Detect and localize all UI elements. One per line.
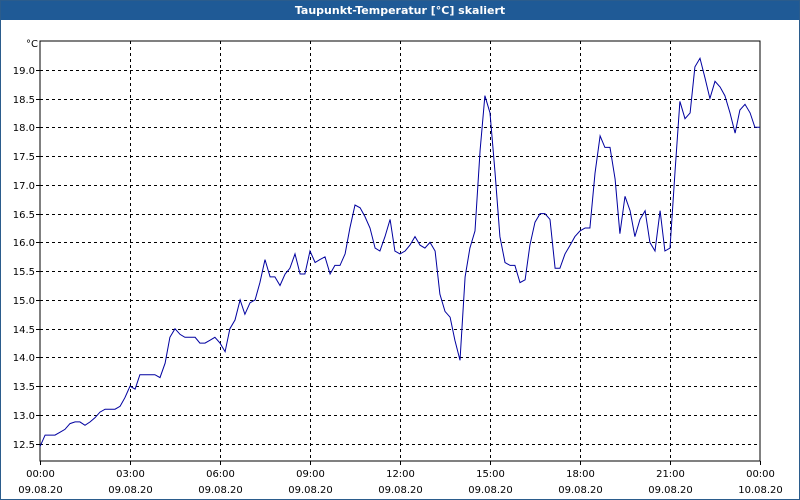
line-chart: °C 12.513.013.514.014.515.015.516.016.51… [13,39,783,496]
x-tick-date-label: 09.08.20 [378,485,423,496]
grid-lines [40,41,760,461]
y-tick-label: 18.0 [13,123,35,134]
x-tick-time-label: 09:00 [296,469,325,480]
y-tick-label: 13.0 [13,411,35,422]
x-tick-date-label: 09.08.20 [648,485,693,496]
y-tick-label: 14.5 [13,325,35,336]
x-tick-time-label: 00:00 [26,469,55,480]
y-axis-ticks: 12.5 13.0 13.5 14.0 14.5 15.0 15.5 16.0 16.5 17.0… [13,66,40,451]
y-tick-label: 16.0 [13,238,35,249]
y-tick-label: 14.0 [13,353,35,364]
x-tick-time-label: 15:00 [476,469,505,480]
x-tick-date-label: 09.08.20 [18,485,63,496]
x-tick-date-label: 09.08.20 [288,485,333,496]
y-tick-label: 13.5 [13,382,35,393]
x-tick-time-label: 00:00 [746,469,775,480]
x-tick-time-label: 03:00 [116,469,145,480]
x-tick-time-label: 06:00 [206,469,235,480]
y-tick-label: 18.5 [13,95,35,106]
x-tick-time-label: 18:00 [566,469,595,480]
y-tick-label: 15.5 [13,267,35,278]
x-tick-time-label: 12:00 [386,469,415,480]
x-tick-time-label: 21:00 [656,469,685,480]
y-tick-label: 16.5 [13,210,35,221]
y-tick-label: 12.5 [13,440,35,451]
y-axis-unit-label: °C [26,39,38,50]
x-tick-date-label: 10.08.20 [738,485,783,496]
x-tick-date-label: 09.08.20 [558,485,603,496]
x-tick-date-label: 09.08.20 [108,485,153,496]
x-tick-date-label: 09.08.20 [198,485,243,496]
y-tick-label: 15.0 [13,296,35,307]
y-tick-label: 17.0 [13,181,35,192]
y-tick-label: 19.0 [13,66,35,77]
y-tick-label: 17.5 [13,152,35,163]
x-axis-ticks: 00:00 09.08.20 03:00 09.08.20 06:00 09.08.20 0… [18,461,783,496]
x-tick-date-label: 09.08.20 [468,485,513,496]
